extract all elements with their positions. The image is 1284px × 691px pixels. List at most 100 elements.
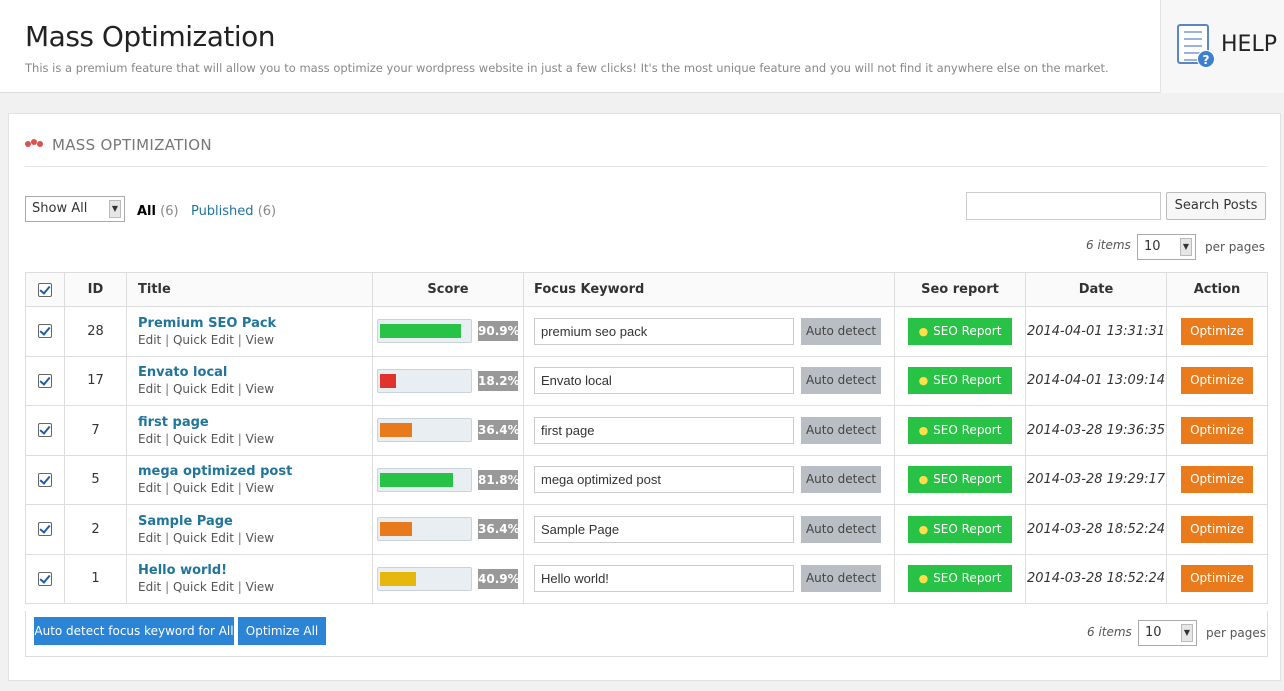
seo-report-button[interactable]: ● SEO Report [908,317,1012,345]
status-filter: All (6) Published (6) [137,204,276,219]
focus-keyword-input[interactable] [534,565,794,593]
row-checkbox[interactable] [38,571,52,586]
col-id[interactable]: ID [64,272,127,307]
quick-edit-link[interactable]: Quick Edit [173,481,234,495]
row-date-cell: 2014-03-28 18:52:24 [1025,504,1167,555]
quick-edit-link[interactable]: Quick Edit [173,580,234,594]
row-actions: Edit | Quick Edit | View [138,382,275,397]
row-checkbox[interactable] [38,373,52,388]
optimize-button[interactable]: Optimize [1181,515,1253,543]
search-posts-button[interactable]: Search Posts [1166,192,1266,220]
auto-detect-all-button[interactable]: Auto detect focus keyword for All [34,617,234,645]
optimize-button[interactable]: Optimize [1181,565,1253,593]
seo-report-button[interactable]: ● SEO Report [908,466,1012,494]
search-input[interactable] [966,192,1161,220]
auto-detect-button[interactable]: Auto detect [801,416,881,444]
view-link[interactable]: View [246,580,274,594]
score-bar-fill [380,324,461,339]
row-keyword-cell: Auto detect [523,504,895,555]
panel-title: MASS OPTIMIZATION [52,136,212,154]
optimize-button[interactable]: Optimize [1181,317,1253,345]
focus-keyword-input[interactable] [534,367,794,395]
seo-report-button[interactable]: ● SEO Report [908,416,1012,444]
edit-link[interactable]: Edit [138,481,161,495]
page-header: Mass Optimization This is a premium feat… [0,0,1284,93]
row-seo-cell: ● SEO Report [894,553,1026,604]
row-seo-cell: ● SEO Report [894,405,1026,456]
auto-detect-button[interactable]: Auto detect [801,466,881,494]
focus-keyword-input[interactable] [534,466,794,494]
col-date[interactable]: Date [1025,272,1167,307]
post-title-link[interactable]: mega optimized post [138,464,372,479]
chevron-down-icon: ▼ [109,200,121,218]
edit-link[interactable]: Edit [138,432,161,446]
row-title-cell: Premium SEO Pack Edit | Quick Edit | View [126,306,373,357]
col-title[interactable]: Title [126,272,373,307]
focus-keyword-input[interactable] [534,416,794,444]
quick-edit-link[interactable]: Quick Edit [173,333,234,347]
per-page-label: per pages [1205,240,1265,254]
auto-detect-button[interactable]: Auto detect [801,367,881,395]
view-link[interactable]: View [246,531,274,545]
per-page-select-top[interactable]: 10 ▼ [1137,234,1196,260]
score-percent: 18.2% [478,370,520,391]
edit-link[interactable]: Edit [138,580,161,594]
view-link[interactable]: View [246,481,274,495]
show-filter-select[interactable]: Show All ▼ [25,196,125,222]
post-title-link[interactable]: Sample Page [138,514,372,529]
post-title-link[interactable]: Hello world! [138,563,372,578]
select-all-checkbox[interactable] [38,282,52,297]
quick-edit-link[interactable]: Quick Edit [173,531,234,545]
optimize-button[interactable]: Optimize [1181,416,1253,444]
row-checkbox[interactable] [38,472,52,487]
seo-report-button[interactable]: ● SEO Report [908,565,1012,593]
edit-link[interactable]: Edit [138,333,161,347]
view-link[interactable]: View [246,382,274,396]
row-actions: Edit | Quick Edit | View [138,580,275,595]
row-score-cell: 36.4% [372,405,524,456]
view-link[interactable]: View [246,333,274,347]
filter-published-link[interactable]: Published [191,204,254,219]
focus-keyword-input[interactable] [534,317,794,345]
row-title-cell: Envato local Edit | Quick Edit | View [126,355,373,406]
auto-detect-button[interactable]: Auto detect [801,317,881,345]
filter-all-link[interactable]: All [137,204,156,219]
row-id: 2 [64,504,127,555]
mass-optimization-panel: MASS OPTIMIZATION Show All ▼ All (6) Pub… [8,113,1281,681]
quick-edit-link[interactable]: Quick Edit [173,382,234,396]
focus-keyword-input[interactable] [534,515,794,543]
seo-report-button[interactable]: ● SEO Report [908,515,1012,543]
row-title-cell: mega optimized post Edit | Quick Edit | V… [126,454,373,505]
optimize-all-button[interactable]: Optimize All [238,617,326,645]
optimize-button[interactable]: Optimize [1181,367,1253,395]
post-date: 2014-03-28 18:52:24 [1026,571,1166,587]
seo-report-button[interactable]: ● SEO Report [908,367,1012,395]
row-score-cell: 81.8% [372,454,524,505]
row-date-cell: 2014-04-01 13:09:14 [1025,355,1167,406]
post-title-link[interactable]: Envato local [138,365,372,380]
items-count-bottom: 6 items [1087,625,1132,639]
help-button[interactable]: ? HELP [1160,0,1284,93]
optimize-button[interactable]: Optimize [1181,466,1253,494]
lightbulb-icon: ● [918,324,929,338]
post-date: 2014-03-28 19:36:35 [1026,422,1166,438]
auto-detect-button[interactable]: Auto detect [801,515,881,543]
lightbulb-icon: ● [918,522,929,536]
row-checkbox[interactable] [38,522,52,537]
row-keyword-cell: Auto detect [523,405,895,456]
edit-link[interactable]: Edit [138,382,161,396]
auto-detect-button[interactable]: Auto detect [801,565,881,593]
row-checkbox[interactable] [38,423,52,438]
post-title-link[interactable]: first page [138,415,372,430]
post-title-link[interactable]: Premium SEO Pack [138,316,372,331]
col-score[interactable]: Score [372,272,524,307]
row-checkbox[interactable] [38,324,52,339]
per-page-select-bottom[interactable]: 10 ▼ [1138,620,1197,646]
edit-link[interactable]: Edit [138,531,161,545]
quick-edit-link[interactable]: Quick Edit [173,432,234,446]
row-actions: Edit | Quick Edit | View [138,431,275,446]
view-link[interactable]: View [246,432,274,446]
score-percent: 81.8% [478,469,520,490]
score-meter: 81.8% [377,467,523,492]
row-seo-cell: ● SEO Report [894,504,1026,555]
